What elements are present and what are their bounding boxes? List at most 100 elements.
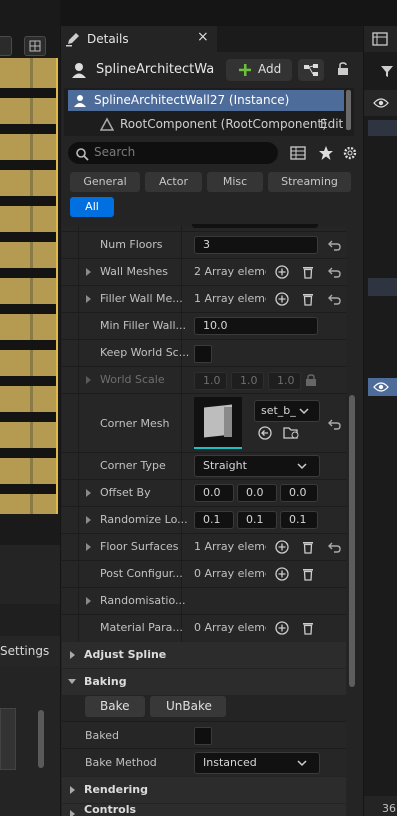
reset-icon[interactable] xyxy=(327,293,341,305)
blueprint-button[interactable] xyxy=(298,59,324,81)
outliner-item-count: 36 xyxy=(382,802,396,815)
randomize-lo-label: Randomize Lo... xyxy=(100,513,188,526)
world-scale-z: 1.0 xyxy=(268,372,301,390)
viewport-number-button[interactable] xyxy=(0,36,12,56)
expand-arrow-icon[interactable] xyxy=(86,516,91,524)
tree-scrollbar[interactable] xyxy=(346,90,351,130)
add-label: Add xyxy=(258,62,282,76)
keep-world-scale-label: Keep World Sc... xyxy=(100,346,190,359)
expand-arrow-icon[interactable] xyxy=(86,489,91,497)
trash-icon[interactable] xyxy=(301,265,315,279)
table-view-icon[interactable] xyxy=(290,145,306,161)
outliner-tab-icon[interactable] xyxy=(372,32,388,46)
material-para-count: 0 Array eleme xyxy=(194,621,266,634)
add-element-icon[interactable] xyxy=(275,265,289,279)
reset-icon[interactable] xyxy=(327,541,341,553)
bake-method-dropdown[interactable]: Instanced xyxy=(194,752,320,774)
reset-icon[interactable] xyxy=(327,418,341,430)
lock-icon[interactable] xyxy=(336,62,350,76)
expand-arrow-icon[interactable] xyxy=(86,295,91,303)
baked-checkbox[interactable] xyxy=(194,727,212,745)
asset-picker-dropdown[interactable]: set_b_ xyxy=(254,400,320,422)
search-box[interactable]: Search xyxy=(68,142,278,164)
browse-asset-icon[interactable] xyxy=(283,425,301,441)
edit-link[interactable]: Edit xyxy=(320,117,343,131)
pencil-icon xyxy=(66,33,79,47)
floor-surfaces-label: Floor Surfaces xyxy=(100,540,179,553)
section-label: Controls xyxy=(84,804,137,816)
use-selected-icon[interactable] xyxy=(257,425,273,441)
add-element-icon[interactable] xyxy=(275,567,289,581)
eye-icon[interactable] xyxy=(373,381,389,393)
gear-icon[interactable] xyxy=(342,145,358,161)
floor-surfaces-count: 1 Array eleme xyxy=(194,540,266,553)
expand-arrow-icon xyxy=(86,376,91,384)
expand-arrow-icon[interactable] xyxy=(86,268,91,276)
actor-icon xyxy=(74,95,86,107)
scrollbar[interactable] xyxy=(38,710,44,768)
post-configur-label: Post Configur... xyxy=(100,567,183,580)
offset-by-x[interactable]: 0.0 xyxy=(194,484,234,502)
add-component-button[interactable]: Add xyxy=(226,59,292,81)
expand-arrow-icon[interactable] xyxy=(86,543,91,551)
section-baking[interactable]: Baking xyxy=(62,669,346,695)
category-general[interactable]: General xyxy=(70,172,140,192)
keep-world-scale-checkbox[interactable] xyxy=(194,345,212,363)
eye-icon[interactable] xyxy=(373,97,389,109)
add-element-icon[interactable] xyxy=(275,621,289,635)
category-all[interactable]: All xyxy=(70,197,114,217)
section-adjust-spline[interactable]: Adjust Spline xyxy=(62,642,346,668)
scene-component-icon xyxy=(100,117,114,131)
asset-name: set_b_ xyxy=(261,404,296,417)
bake-label: Bake xyxy=(100,699,130,713)
expand-arrow-icon[interactable] xyxy=(86,597,91,605)
level-viewport[interactable]: Settings xyxy=(0,0,60,816)
baked-label: Baked xyxy=(85,729,120,742)
filter-icon[interactable] xyxy=(380,64,394,78)
bake-button[interactable]: Bake xyxy=(85,696,145,717)
section-rendering[interactable]: Rendering xyxy=(62,777,346,803)
num-floors-input[interactable]: 3 xyxy=(194,236,318,254)
outliner-panel xyxy=(364,26,397,816)
tree-item-label: RootComponent (RootComponent) xyxy=(120,117,327,131)
collapse-arrow-icon xyxy=(68,679,76,684)
settings-tab[interactable]: Settings xyxy=(0,636,60,666)
unbake-button[interactable]: UnBake xyxy=(150,696,226,717)
tree-item-instance[interactable]: SplineArchitectWall27 (Instance) xyxy=(68,90,344,111)
details-scrollbar[interactable] xyxy=(349,395,355,687)
randomize-lo-x[interactable]: 0.1 xyxy=(194,511,234,529)
trash-icon[interactable] xyxy=(301,292,315,306)
category-misc[interactable]: Misc xyxy=(207,172,263,192)
category-streaming[interactable]: Streaming xyxy=(268,172,351,192)
hierarchy-icon xyxy=(304,64,318,76)
trash-icon[interactable] xyxy=(301,567,315,581)
actor-name: SplineArchitectWa xyxy=(96,62,215,77)
expand-arrow-icon xyxy=(70,810,75,816)
trash-icon[interactable] xyxy=(301,540,315,554)
corner-type-value: Straight xyxy=(203,459,247,472)
outliner-selected-row[interactable] xyxy=(368,378,397,396)
star-icon[interactable] xyxy=(318,145,334,161)
randomize-lo-y[interactable]: 0.1 xyxy=(237,511,277,529)
add-element-icon[interactable] xyxy=(275,540,289,554)
actor-icon xyxy=(72,63,86,78)
viewport-layout-button[interactable] xyxy=(24,36,46,56)
add-element-icon[interactable] xyxy=(275,292,289,306)
section-label: Baking xyxy=(84,675,127,688)
close-icon[interactable]: × xyxy=(197,29,209,45)
min-filler-wall-input[interactable]: 10.0 xyxy=(194,317,318,335)
reset-icon[interactable] xyxy=(327,266,341,278)
tree-item-root[interactable]: RootComponent (RootComponent) Edit xyxy=(68,114,344,134)
section-controls[interactable]: Controls xyxy=(62,804,346,816)
corner-type-dropdown[interactable]: Straight xyxy=(194,455,320,477)
corner-mesh-thumbnail[interactable] xyxy=(194,397,242,449)
tab-details[interactable]: Details × xyxy=(61,26,217,52)
offset-by-z[interactable]: 0.0 xyxy=(280,484,318,502)
category-actor[interactable]: Actor xyxy=(145,172,202,192)
randomize-lo-z[interactable]: 0.1 xyxy=(280,511,318,529)
reset-icon[interactable] xyxy=(327,239,341,251)
offset-by-y[interactable]: 0.0 xyxy=(237,484,277,502)
tab-title: Details xyxy=(87,32,129,46)
trash-icon[interactable] xyxy=(301,621,315,635)
world-scale-y: 1.0 xyxy=(231,372,264,390)
